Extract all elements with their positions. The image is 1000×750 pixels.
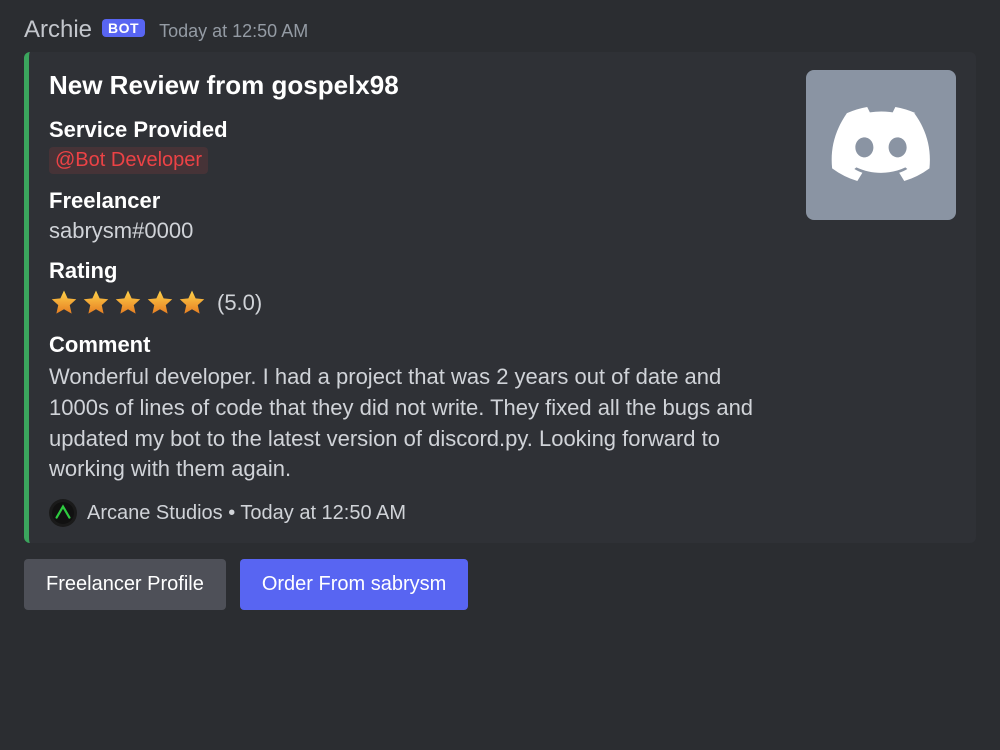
freelancer-profile-button[interactable]: Freelancer Profile [24, 559, 226, 610]
star-icon [145, 288, 175, 318]
discord-logo-icon [831, 106, 931, 184]
embed-footer: Arcane Studios • Today at 12:50 AM [49, 499, 786, 527]
star-icon [177, 288, 207, 318]
star-icon [81, 288, 111, 318]
arcane-studios-icon [49, 499, 77, 527]
comment-label: Comment [49, 332, 786, 358]
star-icon [49, 288, 79, 318]
message-header: Archie BOT Today at 12:50 AM [24, 16, 976, 44]
freelancer-label: Freelancer [49, 188, 786, 214]
freelancer-value: sabrysm#0000 [49, 218, 786, 244]
comment-field: Comment Wonderful developer. I had a pro… [49, 332, 786, 485]
bot-badge: BOT [102, 19, 145, 37]
embed-title: New Review from gospelx98 [49, 70, 786, 101]
order-button[interactable]: Order From sabrysm [240, 559, 468, 610]
freelancer-field: Freelancer sabrysm#0000 [49, 188, 786, 244]
rating-stars: (5.0) [49, 288, 786, 318]
author-name[interactable]: Archie [24, 16, 92, 44]
service-field: Service Provided @Bot Developer [49, 117, 786, 174]
star-icon [113, 288, 143, 318]
action-buttons: Freelancer Profile Order From sabrysm [24, 559, 976, 610]
message-timestamp: Today at 12:50 AM [159, 21, 308, 42]
comment-text: Wonderful developer. I had a project tha… [49, 362, 786, 485]
rating-field: Rating (5.0) [49, 258, 786, 318]
review-embed: New Review from gospelx98 Service Provid… [24, 52, 976, 543]
rating-label: Rating [49, 258, 786, 284]
service-label: Service Provided [49, 117, 786, 143]
role-mention[interactable]: @Bot Developer [49, 147, 208, 174]
discord-message: Archie BOT Today at 12:50 AM New Review … [0, 0, 1000, 622]
rating-value: (5.0) [217, 290, 262, 316]
embed-content: New Review from gospelx98 Service Provid… [49, 70, 786, 527]
embed-thumbnail [806, 70, 956, 220]
footer-text: Arcane Studios • Today at 12:50 AM [87, 502, 406, 525]
